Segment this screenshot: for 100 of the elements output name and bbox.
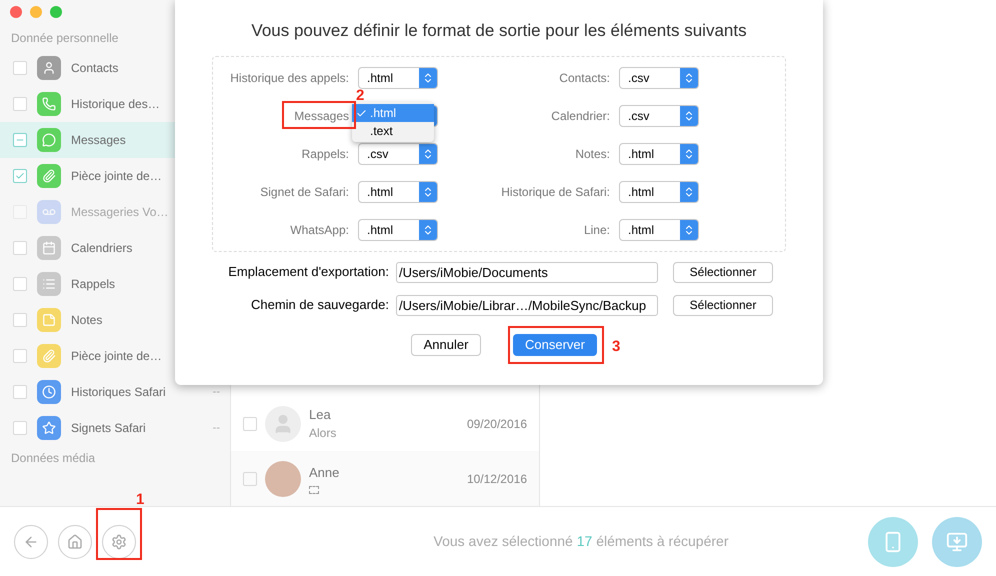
checkbox[interactable]	[243, 472, 257, 486]
annotation-frame	[96, 508, 142, 560]
contact-name: Anne	[309, 464, 340, 482]
format-label: Line:	[584, 222, 610, 238]
close-window-icon[interactable]	[10, 6, 22, 18]
contact-name: Lea	[309, 406, 332, 424]
checkbox[interactable]	[13, 241, 27, 255]
sidebar-item[interactable]: Historiques Safari --	[0, 374, 230, 410]
stepper-icon	[419, 68, 437, 88]
checkbox[interactable]	[13, 349, 27, 363]
clock-icon	[37, 380, 61, 404]
checkbox[interactable]	[13, 133, 27, 147]
message-row[interactable]: Anne 10/12/2016	[231, 451, 539, 506]
message-preview: Alors	[309, 425, 338, 442]
sidebar-item[interactable]: Pièce jointe de…	[0, 158, 230, 194]
sidebar-item[interactable]: Historique des…	[0, 86, 230, 122]
dialog-title: Vous pouvez définir le format de sortie pour les éléments suivants	[251, 20, 747, 42]
home-button[interactable]	[58, 524, 92, 558]
sidebar-item[interactable]: Rappels	[0, 266, 230, 302]
checkbox[interactable]	[243, 416, 257, 430]
format-label: Calendrier:	[551, 108, 610, 124]
list-icon	[37, 272, 61, 296]
format-select[interactable]: .html	[358, 180, 438, 202]
to-device-button[interactable]	[868, 516, 918, 566]
stepper-icon	[680, 106, 698, 126]
menu-option[interactable]: .text	[352, 122, 434, 140]
stepper-icon	[680, 220, 698, 240]
checkbox[interactable]	[13, 313, 27, 327]
format-label: Signet de Safari:	[260, 184, 349, 200]
format-select[interactable]: .html	[619, 218, 699, 240]
zoom-window-icon[interactable]	[50, 6, 62, 18]
check-icon	[356, 108, 366, 118]
checkbox[interactable]	[13, 277, 27, 291]
item-label: Historiques Safari	[71, 384, 167, 401]
person-icon	[37, 56, 61, 80]
item-label: Historique des…	[71, 96, 161, 113]
speech-bubble-icon	[37, 128, 61, 152]
field-label: Chemin de sauvegarde:	[250, 296, 390, 314]
format-label: Rappels:	[302, 146, 349, 162]
annotation-number: 3	[612, 337, 620, 357]
calendar-icon	[37, 236, 61, 260]
monitor-download-icon	[946, 530, 968, 552]
to-computer-button[interactable]	[932, 516, 982, 566]
phone-icon	[37, 92, 61, 116]
format-select[interactable]: .csv	[358, 142, 438, 164]
path-field[interactable]: /Users/iMobie/Documents	[396, 262, 658, 282]
sidebar-item[interactable]: Pièce jointe de…	[0, 338, 230, 374]
format-select[interactable]: .html	[358, 218, 438, 240]
format-label: Notes:	[575, 146, 610, 162]
annotation-number: 2	[356, 86, 364, 106]
stepper-icon	[680, 182, 698, 202]
selection-summary: Vous avez sélectionné 17 éléments à récupérer	[434, 532, 728, 551]
avatar-silhouette-icon	[265, 406, 301, 442]
sidebar-item[interactable]: Notes	[0, 302, 230, 338]
settings-icon	[111, 534, 127, 550]
format-select[interactable]: .html	[619, 142, 699, 164]
format-label: Contacts:	[559, 70, 610, 86]
cancel-button[interactable]: Annuler	[411, 334, 481, 356]
sidebar-item[interactable]: Calendriers	[0, 230, 230, 266]
section-heading: Donnée personnelle	[10, 30, 120, 47]
section-heading: Données média	[10, 450, 96, 467]
paperclip-icon	[37, 344, 61, 368]
checkbox[interactable]	[13, 169, 27, 183]
message-date: 09/20/2016	[466, 416, 527, 432]
item-label: Rappels	[71, 276, 116, 293]
sidebar-item[interactable]: Contacts	[0, 50, 230, 86]
note-icon	[37, 308, 61, 332]
emoji-icon	[309, 486, 319, 494]
format-select[interactable]: .csv	[619, 66, 699, 88]
save-button[interactable]: Conserver	[513, 334, 597, 356]
format-label: Messages	[294, 108, 349, 124]
item-label: Notes	[71, 312, 104, 329]
path-field[interactable]: /Users/iMobie/Librar…/MobileSync/Backup	[396, 294, 658, 316]
format-select[interactable]: .csv	[619, 104, 699, 126]
message-date: 10/12/2016	[466, 470, 527, 488]
house-icon	[67, 534, 83, 550]
item-count: --	[212, 384, 220, 400]
avatar-photo-placeholder	[265, 460, 301, 496]
paperclip-icon	[37, 164, 61, 188]
stepper-icon	[680, 144, 698, 164]
back-button[interactable]	[14, 524, 48, 558]
field-label: Emplacement d'exportation:	[227, 263, 390, 282]
voicemail-icon	[37, 200, 61, 224]
select-folder-button[interactable]: Sélectionner	[673, 262, 773, 282]
item-label: Pièce jointe de…	[71, 348, 163, 365]
item-label: Pièce jointe de…	[71, 168, 163, 185]
minimize-window-icon[interactable]	[30, 6, 42, 18]
sidebar-item[interactable]: Signets Safari --	[0, 410, 230, 446]
checkbox[interactable]	[13, 385, 27, 399]
checkbox[interactable]	[13, 97, 27, 111]
format-label: Historique des appels:	[230, 70, 349, 86]
settings-button[interactable]	[102, 524, 136, 558]
checkbox[interactable]	[13, 61, 27, 75]
item-label: Signets Safari	[71, 420, 147, 437]
format-select[interactable]: .html	[619, 180, 699, 202]
stepper-icon	[680, 68, 698, 88]
item-label: Contacts	[71, 60, 120, 77]
checkbox[interactable]	[13, 421, 27, 435]
select-folder-button[interactable]: Sélectionner	[673, 294, 773, 316]
format-select[interactable]: .html	[358, 66, 438, 88]
